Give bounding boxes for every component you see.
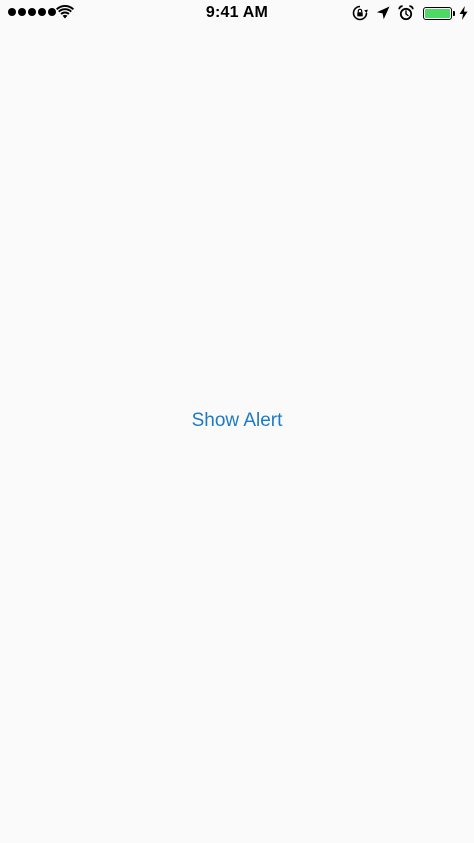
status-right-icons: [352, 4, 468, 22]
battery-cap: [453, 10, 455, 16]
location-arrow-icon: [376, 6, 390, 20]
orientation-lock-icon: [352, 5, 368, 21]
status-bar: 9:41 AM: [0, 0, 474, 26]
battery-fill: [425, 8, 450, 18]
show-alert-button[interactable]: Show Alert: [0, 409, 474, 433]
alarm-icon: [398, 5, 414, 21]
battery-icon: [423, 6, 455, 20]
charging-bolt-icon: [459, 6, 468, 20]
app-screen: 9:41 AM Show Alert: [0, 0, 474, 843]
